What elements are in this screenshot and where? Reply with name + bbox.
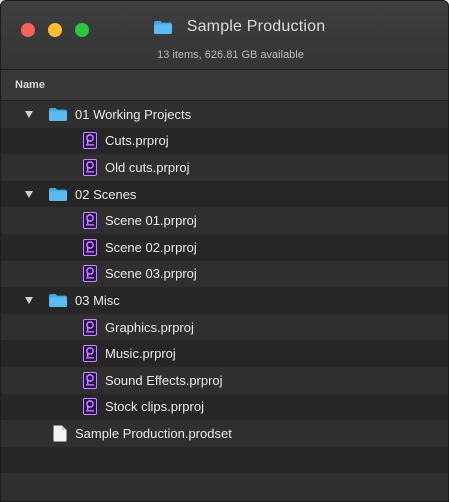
premiere-file-icon [83, 318, 97, 336]
disclosure-triangle-icon[interactable] [25, 296, 33, 304]
premiere-file-icon [83, 371, 97, 389]
item-name: Scene 02.prproj [105, 239, 197, 255]
disclosure-triangle-icon[interactable] [25, 190, 33, 198]
folder-row[interactable]: 03 Misc [1, 287, 448, 314]
item-name: Scene 03.prproj [105, 266, 197, 282]
premiere-file-icon [83, 398, 97, 416]
item-name: Sample Production.prodset [75, 425, 232, 441]
empty-row [1, 446, 448, 474]
disclosure-triangle-icon[interactable] [25, 110, 33, 118]
file-row[interactable]: Cuts.prproj [1, 127, 448, 155]
finder-window: Sample Production 13 items, 626.81 GB av… [0, 0, 449, 502]
file-row[interactable]: Music.prproj [1, 340, 448, 367]
empty-row [1, 473, 448, 500]
item-name: 02 Scenes [75, 186, 137, 202]
premiere-file-icon [83, 265, 97, 283]
file-row[interactable]: Scene 02.prproj [1, 233, 448, 261]
item-name: Music.prproj [105, 346, 176, 362]
column-header-name[interactable]: Name [1, 70, 448, 101]
file-row[interactable]: Graphics.prproj [1, 313, 448, 341]
folder-row[interactable]: 01 Working Projects [1, 101, 448, 128]
window-status: 13 items, 626.81 GB available [157, 49, 304, 61]
premiere-file-icon [83, 212, 97, 230]
folder-icon [49, 293, 67, 307]
item-name: 03 Misc [75, 292, 120, 308]
premiere-file-icon [83, 132, 97, 150]
file-row[interactable]: Stock clips.prproj [1, 393, 448, 421]
file-list: 01 Working Projects Cuts.prproj Old cuts.p… [1, 101, 448, 500]
window-title-group: Sample Production [1, 18, 448, 36]
item-name: Stock clips.prproj [105, 399, 204, 415]
file-row[interactable]: Scene 03.prproj [1, 260, 448, 288]
folder-row[interactable]: 02 Scenes [1, 180, 448, 208]
item-name: Cuts.prproj [105, 133, 169, 149]
window-title: Sample Production [186, 18, 326, 35]
item-name: Sound Effects.prproj [105, 372, 223, 388]
column-header-label: Name [15, 79, 45, 91]
item-name: 01 Working Projects [75, 106, 192, 122]
item-name: Graphics.prproj [105, 319, 194, 335]
document-icon [53, 425, 67, 442]
premiere-file-icon [83, 345, 97, 363]
premiere-file-icon [83, 158, 97, 176]
folder-icon [49, 187, 67, 201]
file-row[interactable]: Old cuts.prproj [1, 154, 448, 181]
file-row[interactable]: Sample Production.prodset [1, 420, 448, 447]
file-row[interactable]: Sound Effects.prproj [1, 366, 448, 394]
item-name: Old cuts.prproj [105, 159, 190, 175]
item-name: Scene 01.prproj [105, 213, 197, 229]
file-row[interactable]: Scene 01.prproj [1, 207, 448, 234]
title-folder-icon [153, 20, 172, 34]
title-bar[interactable]: Sample Production 13 items, 626.81 GB av… [1, 1, 448, 70]
premiere-file-icon [83, 238, 97, 256]
folder-icon [49, 107, 67, 121]
